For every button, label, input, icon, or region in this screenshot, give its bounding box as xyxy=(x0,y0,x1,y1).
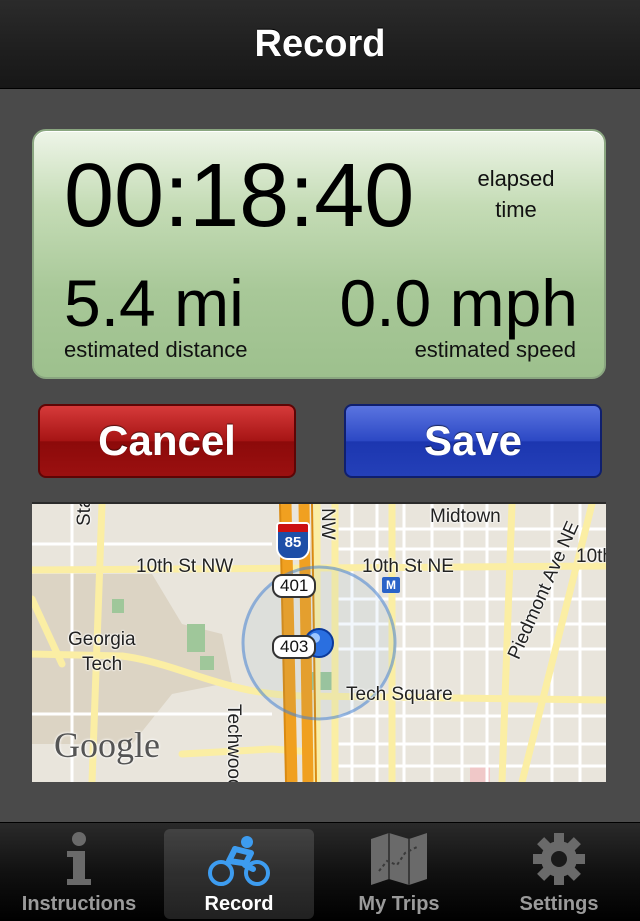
map-label-techwood: Techwood xyxy=(223,704,244,782)
route-401-badge: 401 xyxy=(272,574,317,598)
tab-bar: Instructions Record My Trips Settings xyxy=(0,822,640,921)
map-label-nw: NW xyxy=(317,508,338,540)
distance-label: estimated distance xyxy=(64,337,248,362)
route-map[interactable]: 85 401 403 M Midtown 10th St NW 10th St … xyxy=(32,502,606,782)
map-label-tech: Tech xyxy=(82,654,123,675)
distance-value: 5.4 mi xyxy=(64,266,244,340)
elapsed-label-line2: time xyxy=(495,197,537,222)
map-label-10th-ne: 10th St NE xyxy=(362,556,454,577)
elapsed-label-line1: elapsed xyxy=(477,166,555,191)
map-label-state-st: State St xyxy=(74,504,96,526)
interstate-85-shield: 85 xyxy=(276,522,310,560)
tab-record[interactable]: Record xyxy=(164,829,314,919)
tab-settings[interactable]: Settings xyxy=(484,829,634,919)
tab-instructions[interactable]: Instructions xyxy=(4,829,154,919)
info-icon xyxy=(59,829,99,887)
speed-value: 0.0 mph xyxy=(339,266,578,340)
save-button[interactable]: Save xyxy=(344,404,602,478)
google-attribution: Google xyxy=(54,725,160,765)
tab-settings-label: Settings xyxy=(519,893,599,915)
route-403-badge: 403 xyxy=(272,635,317,659)
map-label-georgia: Georgia xyxy=(68,629,136,650)
map-label-tech-square: Tech Square xyxy=(346,684,453,705)
stats-panel: 00:18:40 elapsed time 5.4 mi estimated d… xyxy=(32,129,606,379)
cyclist-icon xyxy=(207,829,271,887)
metro-icon: M xyxy=(382,577,400,593)
map-label-10th-right: 10th xyxy=(576,546,606,567)
tab-my-trips-label: My Trips xyxy=(358,893,440,915)
page-title: Record xyxy=(254,22,386,65)
cancel-button[interactable]: Cancel xyxy=(38,404,296,478)
map-icon xyxy=(369,829,429,887)
tab-record-label: Record xyxy=(204,893,274,915)
map-label-midtown: Midtown xyxy=(430,506,501,527)
map-label-10th-nw: 10th St NW xyxy=(136,556,234,577)
elapsed-time-label: elapsed time xyxy=(466,163,566,225)
gear-icon xyxy=(531,829,587,887)
tab-instructions-label: Instructions xyxy=(21,893,137,915)
speed-label: estimated speed xyxy=(414,337,576,362)
tab-my-trips[interactable]: My Trips xyxy=(324,829,474,919)
navigation-bar: Record xyxy=(0,0,640,89)
elapsed-time-value: 00:18:40 xyxy=(64,146,415,246)
